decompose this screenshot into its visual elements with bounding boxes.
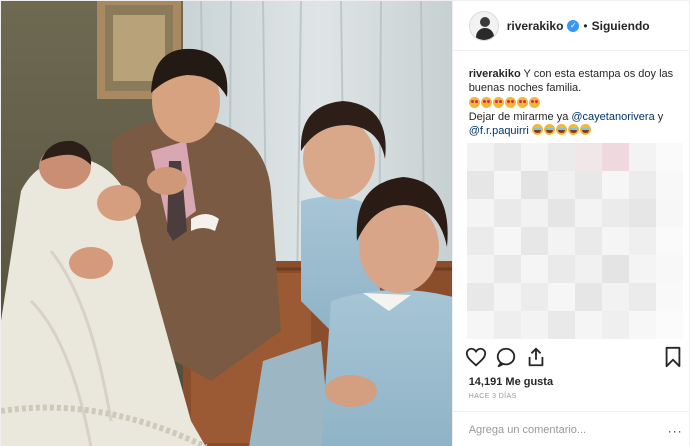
- tears-of-joy-emoji-icon: [567, 124, 579, 135]
- share-icon[interactable]: [525, 346, 547, 368]
- bookmark-icon[interactable]: [663, 346, 683, 368]
- pixelated-comments-area: [466, 143, 683, 339]
- comment-input[interactable]: [468, 423, 659, 436]
- tears-of-joy-emoji-icon: [555, 124, 567, 135]
- following-button[interactable]: Siguiendo: [592, 19, 650, 33]
- avatar[interactable]: [468, 10, 499, 41]
- post-photo[interactable]: [1, 1, 452, 446]
- mention-link-cayetanorivera[interactable]: @cayetanorivera: [571, 111, 654, 123]
- post-caption: riverakiko Y con esta estampa os doy las…: [468, 67, 681, 138]
- post-timestamp[interactable]: HACE 3 DÍAS: [469, 393, 517, 400]
- tears-of-joy-emoji-icon: [579, 124, 591, 135]
- header-username[interactable]: riverakiko: [507, 19, 564, 33]
- heart-eyes-emoji-icon: [492, 97, 504, 108]
- likes-number: 14,191: [468, 376, 503, 388]
- comment-form: ···: [452, 411, 690, 446]
- heart-eyes-emoji-icon: [504, 97, 516, 108]
- heart-eyes-emoji-icon: [480, 97, 492, 108]
- heart-eyes-emoji-icon: [516, 97, 528, 108]
- heart-eyes-emoji-icon: [468, 97, 480, 108]
- post-side-panel: riverakiko ✓ • Siguiendo riverakiko Y co…: [451, 1, 690, 446]
- caption-username[interactable]: riverakiko: [469, 68, 521, 80]
- tears-of-joy-emoji-icon: [531, 124, 543, 135]
- likes-count[interactable]: 14,191 Me gusta: [469, 376, 553, 388]
- heart-outline-icon[interactable]: [465, 346, 487, 368]
- vintage-family-photo: [1, 1, 452, 446]
- tears-of-joy-emoji-row: [531, 124, 591, 135]
- post-header: riverakiko ✓ • Siguiendo: [452, 1, 690, 51]
- avatar-body-shape: [475, 27, 494, 40]
- likes-label: Me gusta: [505, 376, 554, 388]
- more-options-icon[interactable]: ···: [668, 424, 683, 438]
- avatar-head-shape: [479, 16, 490, 27]
- tears-of-joy-emoji-icon: [543, 124, 555, 135]
- comment-bubble-icon[interactable]: [495, 346, 517, 368]
- heart-eyes-emoji-icon: [528, 97, 540, 108]
- heart-eyes-emoji-row: [468, 97, 681, 108]
- mention-link-paquirri[interactable]: @f.r.paquirri: [469, 125, 529, 137]
- verified-badge-icon: ✓: [567, 19, 580, 32]
- instagram-post: riverakiko ✓ • Siguiendo riverakiko Y co…: [0, 0, 690, 446]
- header-separator: •: [583, 18, 588, 33]
- caption-line2-text: Dejar de mirarme ya: [468, 111, 569, 123]
- action-bar: [465, 346, 683, 368]
- caption-conjunction: y: [657, 111, 664, 123]
